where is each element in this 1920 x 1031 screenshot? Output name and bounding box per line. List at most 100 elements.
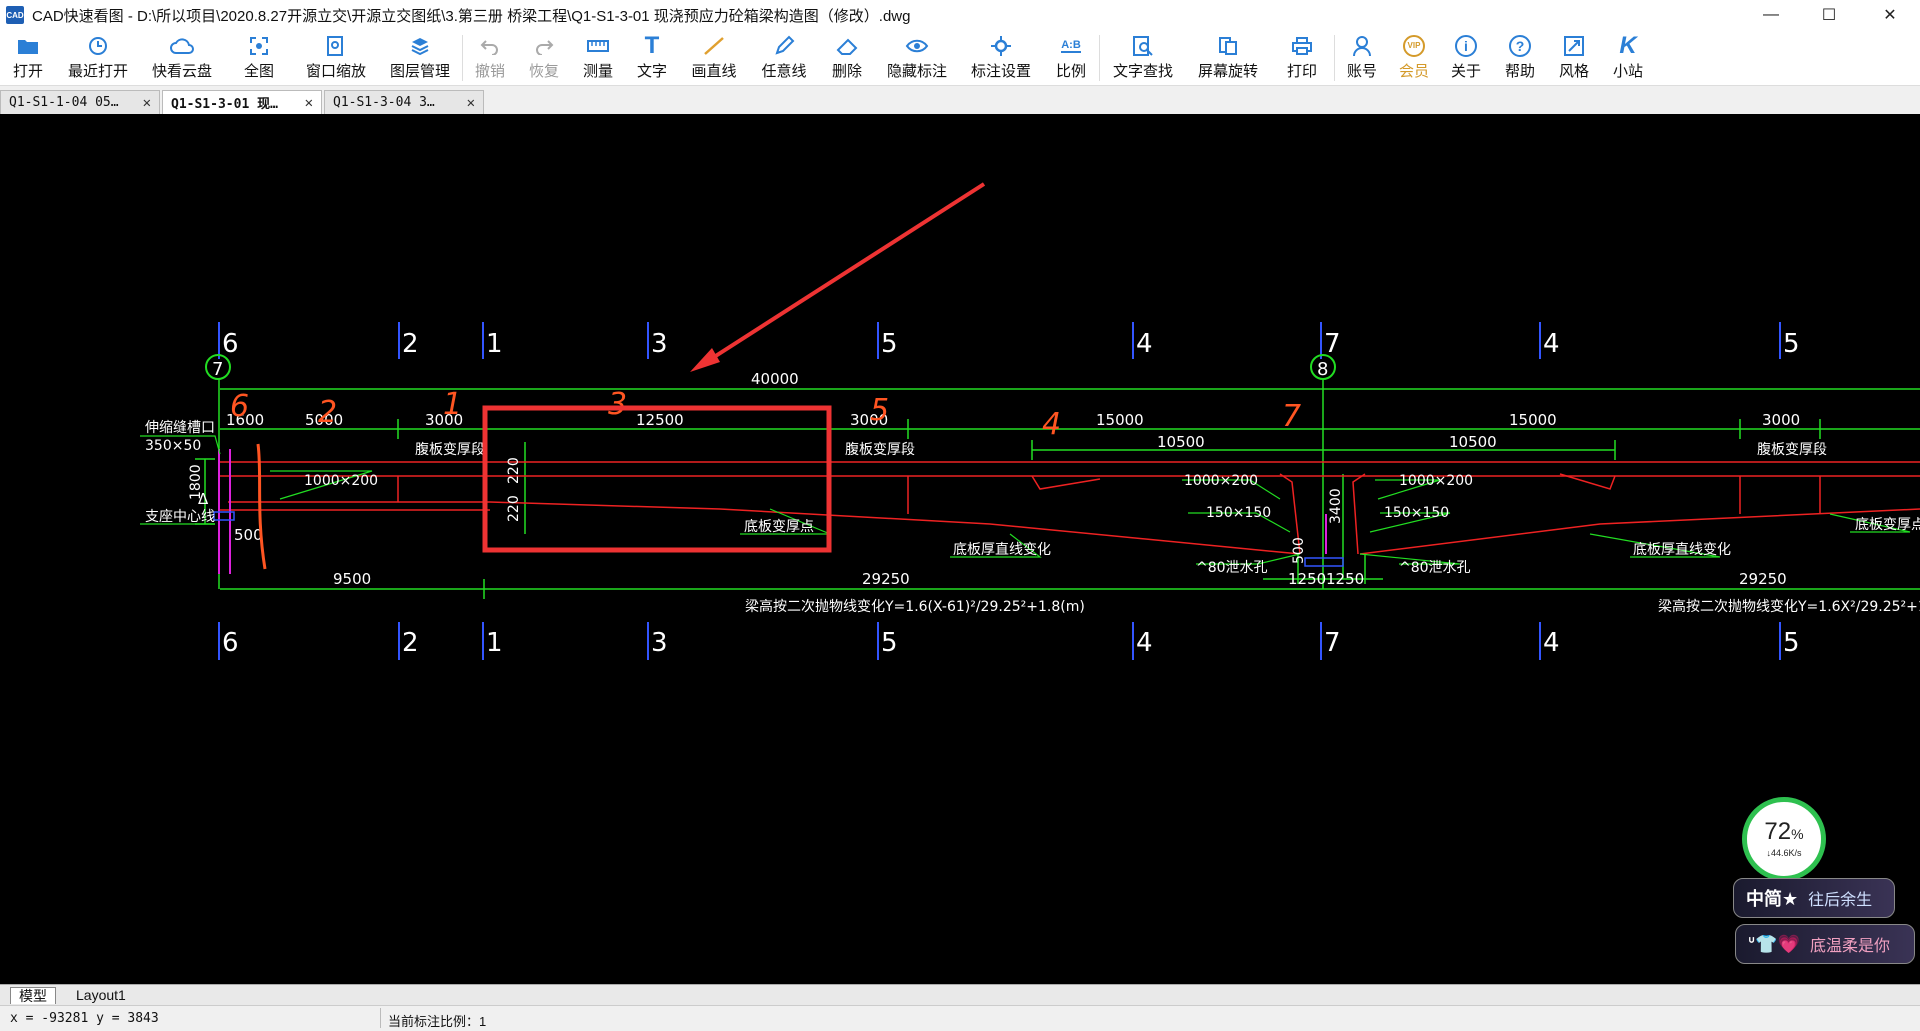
toolbar-button-label: 画直线 [691, 63, 737, 80]
toolbar-button-label: 任意线 [761, 63, 807, 80]
toolbar-button-label: 账号 [1346, 63, 1377, 80]
web-thick-label: 腹板变厚段 [1757, 441, 1827, 458]
dim-value: 29250 [1739, 570, 1787, 588]
toolbar-button-scale[interactable]: A:B 比例 [1043, 30, 1099, 81]
toolbar-button-layers[interactable]: 图层管理 [378, 30, 462, 81]
toolbar-button-vip[interactable]: VIP 会员 [1389, 30, 1439, 81]
layers-icon [408, 34, 432, 57]
toolbar-button-fullview[interactable]: 全图 [224, 30, 294, 81]
toolbar-button-undo[interactable]: 撤销 [463, 30, 517, 81]
toolbar-button-label: 最近打开 [67, 63, 128, 80]
web-thick-label: 腹板变厚段 [415, 441, 485, 458]
axis-circle-label: 7 [212, 359, 223, 380]
toolbar-button-label: 小站 [1612, 63, 1643, 80]
dim-value: 10500 [1157, 433, 1205, 451]
cursor-coordinates: x = -93281 y = 3843 [10, 1011, 159, 1026]
toolbar-button-label: 隐藏标注 [886, 63, 947, 80]
toolbar-button-rotate[interactable]: 屏幕旋转 [1186, 30, 1270, 81]
dim-vertical: 220 [506, 495, 522, 522]
section-label: 1000×200 [304, 473, 378, 489]
bottom-point-label: 底板变厚点 [1855, 517, 1920, 533]
toolbar-button-text[interactable]: T 文字 [625, 30, 679, 81]
formula-left: 梁高按二次抛物线变化Y=1.6(X-61)²/29.25²+1.8(m) [745, 598, 1085, 615]
annotation-number: 2 [318, 395, 337, 430]
axis-circle-label: 8 [1317, 359, 1328, 380]
gauge-speed: ↓44.6K/s [1766, 848, 1802, 858]
toolbar-button-pen[interactable]: 任意线 [749, 30, 819, 81]
formula-right: 梁高按二次抛物线变化Y=1.6X²/29.25²+1.8(m) [1658, 598, 1920, 615]
toolbar-button-zoom-window[interactable]: 窗口缩放 [294, 30, 378, 81]
overlay-badge: ᐡ👕💗 底温柔是你 [1735, 924, 1915, 964]
dim-value: 1250 [1288, 570, 1326, 588]
toolbar-button-style[interactable]: 风格 [1547, 30, 1601, 81]
tab-close-icon[interactable]: ✕ [297, 95, 313, 111]
dim-value: 500 [234, 526, 263, 544]
toolbar-button-k[interactable]: K 小站 [1601, 30, 1655, 81]
tab-close-icon[interactable]: ✕ [135, 95, 151, 111]
dim-total: 40000 [751, 370, 799, 388]
tab-close-icon[interactable]: ✕ [459, 95, 475, 111]
close-window-button[interactable]: ✕ [1862, 0, 1918, 30]
annotation-number: 6 [230, 389, 249, 424]
toolbar-button-eye[interactable]: 隐藏标注 [875, 30, 959, 81]
toolbar-button-help[interactable]: ? 帮助 [1493, 30, 1547, 81]
toolbar-button-info[interactable]: i 关于 [1439, 30, 1493, 81]
network-speed-gauge[interactable]: 72% ↓44.6K/s [1742, 797, 1826, 881]
text-search-icon [1131, 34, 1155, 57]
title-bar: CAD CAD快速看图 - D:\所以项目\2020.8.27开源立交\开源立交… [0, 0, 1920, 31]
line-icon [702, 34, 726, 57]
axis-label: 5 [881, 628, 898, 658]
toolbar-button-cloud[interactable]: 快看云盘 [140, 30, 224, 81]
document-tab[interactable]: Q1-S1-3-04 3… ✕ [324, 90, 484, 114]
annotation-number: 3 [608, 387, 627, 422]
axis-label: 1 [486, 329, 503, 359]
dim-value: 3000 [1762, 411, 1800, 429]
axis-labels-top: 6 2 1 3 5 4 7 4 5 [222, 329, 1800, 359]
layout-tabs: 模型 Layout1 [0, 984, 1920, 1005]
layout-tab-layout1[interactable]: Layout1 [68, 987, 134, 1003]
dim-value: 10500 [1449, 433, 1497, 451]
help-icon: ? [1508, 34, 1532, 57]
toolbar-button-label: 比例 [1055, 63, 1086, 80]
dim-value: 15000 [1096, 411, 1144, 429]
dim-vertical: 500 [1291, 537, 1307, 564]
dim-value: 9500 [333, 570, 371, 588]
drawing-canvas[interactable]: 6 2 1 3 5 4 7 4 5 7 8 40000 1600 5000 30… [0, 114, 1920, 984]
window-title: CAD快速看图 - D:\所以项目\2020.8.27开源立交\开源立交图纸\3… [32, 7, 911, 25]
expansion-size-label: 350×50 [145, 438, 201, 454]
toolbar-button-label: 测量 [582, 63, 613, 80]
annotation-number: 7 [1282, 399, 1301, 434]
section-label: 150×150 [1384, 505, 1449, 521]
toolbar-button-printer[interactable]: 打印 [1270, 30, 1334, 81]
toolbar-button-label: 风格 [1558, 63, 1589, 80]
layout-tab-model[interactable]: 模型 [10, 987, 56, 1004]
axis-label: 6 [222, 628, 239, 658]
toolbar-button-dim-settings[interactable]: 标注设置 [959, 30, 1043, 81]
toolbar-button-text-search[interactable]: 文字查找 [1100, 30, 1186, 81]
folder-icon [16, 34, 40, 57]
toolbar-button-line[interactable]: 画直线 [679, 30, 749, 81]
toolbar-button-clock[interactable]: 最近打开 [56, 30, 140, 81]
minimize-button[interactable]: — [1743, 0, 1799, 30]
toolbar-button-label: 撤销 [474, 63, 505, 80]
toolbar-button-eraser[interactable]: 删除 [819, 30, 875, 81]
document-tab[interactable]: Q1-S1-3-01 现… ✕ [162, 90, 322, 114]
girder-outline [220, 461, 1920, 555]
toolbar-button-label: 屏幕旋转 [1197, 63, 1258, 80]
toolbar-button-ruler[interactable]: 测量 [571, 30, 625, 81]
maximize-button[interactable]: ☐ [1801, 0, 1857, 30]
bottom-point-label: 底板变厚点 [744, 519, 814, 535]
web-thick-label: 腹板变厚段 [845, 441, 915, 458]
toolbar-button-user[interactable]: 账号 [1335, 30, 1389, 81]
toolbar-button-redo[interactable]: 恢复 [517, 30, 571, 81]
bearing-line-label: 支座中心线 [145, 509, 215, 525]
document-tab[interactable]: Q1-S1-1-04 05… ✕ [0, 90, 160, 114]
axis-label: 3 [651, 329, 668, 359]
axis-label: 3 [651, 628, 668, 658]
pointer-arrow [698, 182, 986, 368]
clock-icon [86, 34, 110, 57]
toolbar-button-folder[interactable]: 打开 [0, 30, 56, 81]
info-icon: i [1454, 34, 1478, 57]
annotation-number: 4 [1042, 407, 1061, 442]
dim-value: 15000 [1509, 411, 1557, 429]
